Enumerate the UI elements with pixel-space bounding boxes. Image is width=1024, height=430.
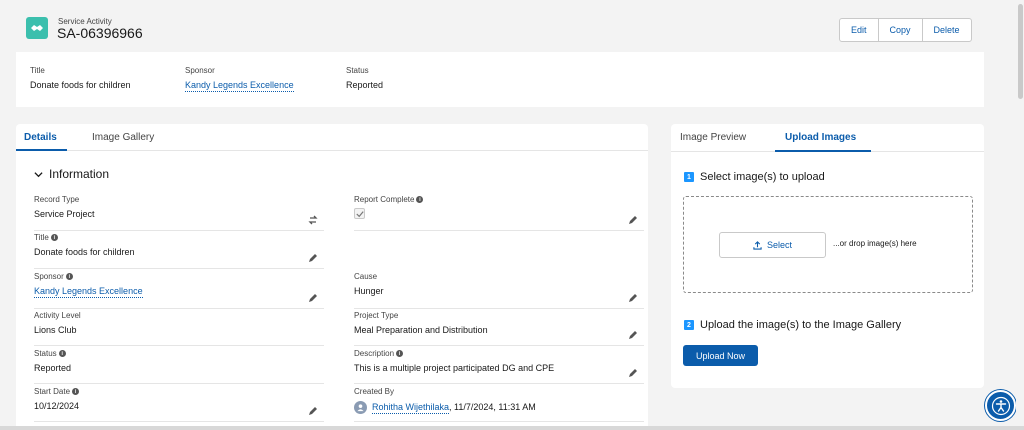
accessibility-button[interactable]: [985, 390, 1016, 421]
step-1: 1 Select image(s) to upload: [684, 171, 825, 183]
upload-now-button[interactable]: Upload Now: [683, 345, 758, 366]
user-avatar-icon: [354, 401, 367, 414]
step-number-badge: 1: [684, 172, 694, 182]
field-report-complete: Report Complete i: [354, 195, 644, 231]
record-header: Service Activity SA-06396966 Edit Copy D…: [16, 6, 984, 107]
bottom-edge: [0, 426, 1024, 430]
field-activity-level: Activity Level Lions Club: [34, 311, 324, 346]
highlight-title: Title Donate foods for children: [30, 66, 131, 90]
created-by-user-link[interactable]: Rohitha Wijethilaka: [372, 402, 450, 414]
field-description: Description i This is a multiple project …: [354, 349, 644, 384]
step-2: 2 Upload the image(s) to the Image Galle…: [684, 319, 901, 331]
info-icon: i: [416, 196, 424, 203]
chevron-down-icon: [34, 171, 43, 177]
info-icon: i: [50, 234, 58, 241]
highlight-status: Status Reported: [346, 66, 384, 90]
upload-icon: [753, 240, 762, 250]
pencil-icon[interactable]: [628, 215, 638, 225]
header-top: Service Activity SA-06396966 Edit Copy D…: [16, 6, 984, 52]
info-icon: i: [65, 273, 73, 280]
field-record-type: Record Type Service Project: [34, 195, 324, 231]
scrollbar-thumb[interactable]: [1018, 4, 1023, 99]
pencil-icon[interactable]: [628, 368, 638, 378]
section-title: Information: [49, 167, 110, 181]
image-dropzone[interactable]: Select ...or drop image(s) here: [683, 196, 973, 293]
pencil-icon[interactable]: [628, 293, 638, 303]
info-icon: i: [396, 350, 404, 357]
copy-button[interactable]: Copy: [877, 19, 922, 41]
report-complete-checkbox[interactable]: [354, 208, 365, 219]
highlight-sponsor: Sponsor Kandy Legends Excellence: [185, 66, 294, 92]
field-created-by: Created By Rohitha Wijethilaka, 11/7/202…: [354, 387, 644, 422]
edit-button[interactable]: Edit: [840, 19, 878, 41]
active-tab-indicator: [16, 149, 67, 151]
field-project-type: Project Type Meal Preparation and Distri…: [354, 311, 644, 346]
pencil-icon[interactable]: [308, 253, 318, 263]
field-start-date: Start Date i 10/12/2024: [34, 387, 324, 422]
drop-hint: ...or drop image(s) here: [833, 239, 917, 248]
pencil-icon[interactable]: [308, 406, 318, 416]
step-number-badge: 2: [684, 320, 694, 330]
sponsor-field-link[interactable]: Kandy Legends Excellence: [34, 286, 143, 298]
tab-details[interactable]: Details: [24, 132, 57, 143]
field-status: Status i Reported: [34, 349, 324, 384]
upload-card: Image Preview Upload Images 1 Select ima…: [671, 124, 984, 388]
info-icon: i: [58, 350, 66, 357]
details-card: Details Image Gallery Information Record…: [16, 124, 648, 430]
created-date: , 11/7/2024, 11:31 AM: [449, 401, 536, 412]
section-information-toggle[interactable]: Information: [34, 167, 109, 181]
delete-button[interactable]: Delete: [921, 19, 971, 41]
accessibility-icon: [991, 396, 1010, 415]
page-scrollbar[interactable]: [1016, 0, 1024, 430]
field-cause: Cause Hunger: [354, 272, 644, 309]
action-button-group: Edit Copy Delete: [839, 18, 972, 42]
details-tabs: Details Image Gallery: [16, 124, 648, 151]
pencil-icon[interactable]: [308, 293, 318, 303]
select-files-button[interactable]: Select: [719, 232, 826, 258]
highlights-panel: Title Donate foods for children Sponsor …: [16, 52, 984, 107]
field-sponsor: Sponsor i Kandy Legends Excellence: [34, 272, 324, 309]
field-title: Title i Donate foods for children: [34, 233, 324, 269]
upload-tabs: Image Preview Upload Images: [671, 124, 984, 152]
sponsor-link[interactable]: Kandy Legends Excellence: [185, 80, 294, 92]
tab-image-preview[interactable]: Image Preview: [680, 132, 746, 143]
active-tab-indicator: [775, 150, 871, 152]
tab-upload-images[interactable]: Upload Images: [785, 132, 856, 143]
pencil-icon[interactable]: [628, 330, 638, 340]
tab-image-gallery[interactable]: Image Gallery: [92, 132, 154, 143]
check-icon: [355, 210, 364, 217]
change-record-type-icon[interactable]: [308, 215, 318, 225]
info-icon: i: [72, 388, 80, 395]
handshake-icon: [26, 17, 48, 39]
record-name: SA-06396966: [57, 25, 143, 41]
